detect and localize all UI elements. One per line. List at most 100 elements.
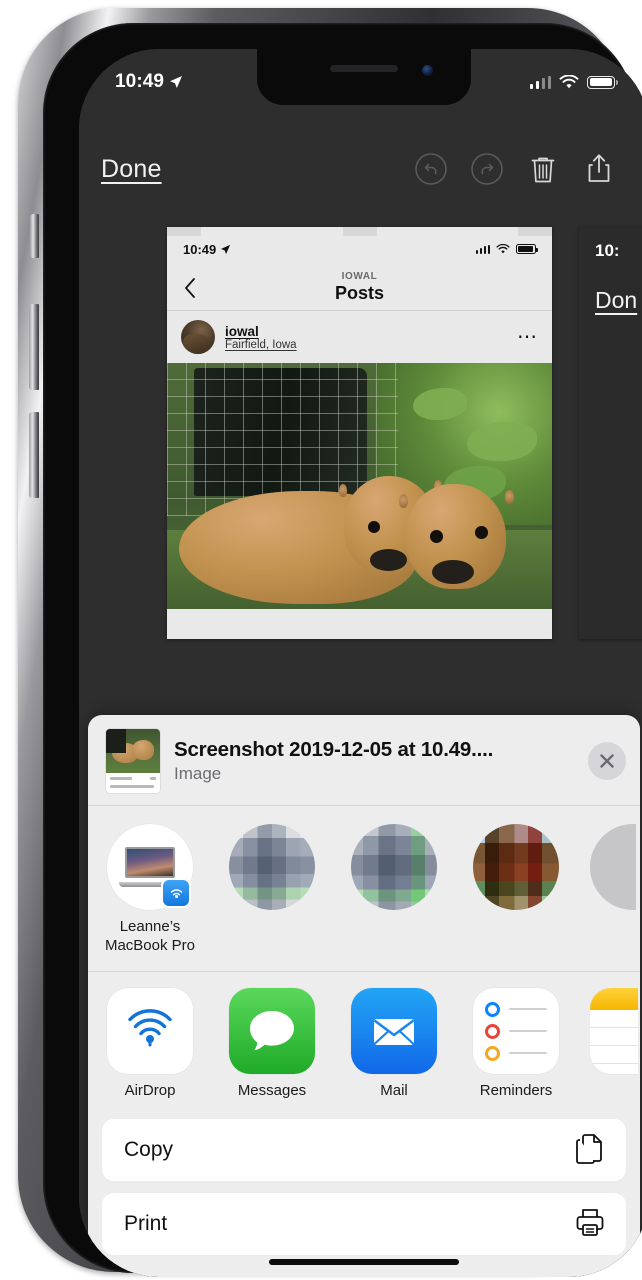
volume-down-button[interactable] — [29, 412, 39, 498]
screenshot-preview-card[interactable]: 10:49 IOWAL Posts iowal Fairfield, Iowa … — [167, 227, 552, 639]
thumbnail-photo — [106, 729, 160, 773]
share-app-reminders[interactable]: Reminders — [468, 988, 564, 1099]
earpiece-speaker — [330, 65, 398, 72]
airdrop-target-contact-4[interactable] — [590, 824, 636, 910]
photo-calf-ear — [338, 484, 347, 497]
contact-avatar-icon — [351, 824, 437, 910]
copy-pages-icon — [574, 1131, 606, 1170]
phone-frame: Done 10:49 IOWAL Posts iowal Fairfield, … — [18, 8, 642, 1277]
photo-calf-eye — [474, 525, 488, 539]
phone-bezel: Done 10:49 IOWAL Posts iowal Fairfield, … — [43, 23, 642, 1277]
next-preview-status-time: 10: — [595, 241, 620, 260]
thumbnail-calf — [132, 740, 154, 760]
phone-screen: Done 10:49 IOWAL Posts iowal Fairfield, … — [79, 49, 642, 1277]
share-app-label: Reminders — [479, 1082, 553, 1099]
wifi-icon — [496, 243, 510, 253]
preview-nav-kicker: IOWAL — [341, 271, 378, 282]
notes-header-band — [590, 988, 638, 1010]
contact-avatar-icon — [590, 824, 636, 910]
avatar[interactable] — [181, 320, 215, 354]
share-up-arrow-icon[interactable] — [571, 151, 627, 187]
volume-up-button[interactable] — [29, 304, 39, 390]
messages-icon — [229, 988, 315, 1074]
action-label: Copy — [124, 1138, 174, 1161]
share-app-messages[interactable]: Messages — [224, 988, 320, 1099]
reminder-row — [485, 1001, 547, 1017]
screenshot-strip: 10:49 IOWAL Posts iowal Fairfield, Iowa … — [79, 219, 642, 649]
editor-toolbar: Done — [79, 141, 642, 197]
share-apps-row[interactable]: AirDrop Messages Mail Reminders — [88, 972, 640, 1113]
reminder-dot-orange — [485, 1045, 500, 1061]
share-item-title: Screenshot 2019-12-05 at 10.49.... — [174, 738, 494, 761]
photo-calf-ear — [504, 489, 514, 504]
preview-photo — [167, 363, 552, 609]
airdrop-target-contact-2[interactable] — [346, 824, 442, 910]
airdrop-target-macbook[interactable]: Leanne’s MacBook Pro — [102, 824, 198, 955]
photo-calf-muzzle — [369, 549, 407, 571]
printer-icon — [574, 1206, 606, 1243]
photo-calf-eye — [368, 521, 381, 534]
airdrop-target-label-line1: Leanne’s — [119, 918, 181, 935]
reminder-dot-red — [485, 1023, 500, 1039]
airdrop-target-contact-1[interactable] — [224, 824, 320, 910]
preview-post-location[interactable]: Fairfield, Iowa — [225, 339, 507, 351]
share-sheet: Screenshot 2019-12-05 at 10.49.... Image — [88, 715, 640, 1277]
share-app-mail[interactable]: Mail — [346, 988, 442, 1099]
preview-post-header: iowal Fairfield, Iowa ⋯ — [167, 311, 552, 363]
crop-handle-top-right[interactable] — [518, 227, 552, 236]
next-preview-done-button[interactable]: Don — [579, 261, 642, 314]
action-copy[interactable]: Copy — [102, 1119, 626, 1181]
undo-circle-icon[interactable] — [403, 152, 459, 186]
ellipsis-icon[interactable]: ⋯ — [517, 327, 538, 347]
reminder-line — [509, 1030, 547, 1032]
trash-icon[interactable] — [515, 152, 571, 186]
crop-handle-top-left[interactable] — [167, 227, 201, 236]
close-button[interactable] — [588, 742, 626, 780]
photo-leaf — [413, 387, 468, 420]
reminder-line — [509, 1008, 547, 1010]
home-indicator[interactable] — [269, 1259, 459, 1265]
sheet-bottom-spacer — [88, 1267, 640, 1277]
screenshot-preview-card-next[interactable]: 10: Don — [579, 227, 642, 639]
photo-calf-head-right — [398, 483, 514, 590]
cellular-bars-icon — [529, 75, 551, 89]
share-app-notes[interactable] — [590, 988, 638, 1099]
airdrop-badge-icon — [161, 878, 191, 908]
action-print[interactable]: Print — [102, 1193, 626, 1255]
location-arrow-icon — [221, 244, 231, 254]
share-app-label: Messages — [237, 1082, 307, 1099]
contact-avatar-icon — [229, 824, 315, 910]
action-label: Print — [124, 1212, 168, 1235]
share-item-meta: Screenshot 2019-12-05 at 10.49.... Image — [174, 738, 574, 784]
reminder-row — [485, 1045, 547, 1061]
airdrop-target-label-line2: MacBook Pro — [104, 937, 196, 954]
preview-nav-title: Posts — [334, 283, 385, 303]
share-item-thumbnail — [106, 729, 160, 793]
preview-post-username[interactable]: iowal — [225, 324, 507, 339]
location-arrow-icon — [170, 76, 183, 88]
preview-nav-titles: IOWAL Posts — [167, 271, 552, 304]
reminder-line — [509, 1052, 547, 1054]
reminder-dot-blue — [485, 1001, 500, 1017]
photo-calf-ear — [398, 494, 408, 508]
mute-switch[interactable] — [30, 214, 39, 258]
preview-post-names: iowal Fairfield, Iowa — [225, 324, 507, 351]
done-button[interactable]: Done — [101, 155, 162, 184]
battery-full-icon — [516, 244, 538, 254]
screenshot-root: Done 10:49 IOWAL Posts iowal Fairfield, … — [0, 0, 642, 1280]
airdrop-targets-row[interactable]: Leanne’s MacBook Pro — [88, 806, 640, 971]
battery-full-icon — [587, 75, 618, 89]
photo-calf-muzzle — [431, 559, 474, 585]
share-sheet-header: Screenshot 2019-12-05 at 10.49.... Image — [88, 715, 640, 805]
airdrop-target-contact-3[interactable] — [468, 824, 564, 910]
notes-icon — [590, 988, 638, 1074]
redo-circle-icon[interactable] — [459, 152, 515, 186]
crop-handle-top-center[interactable] — [342, 227, 377, 236]
preview-nav-bar: IOWAL Posts — [167, 265, 552, 311]
contact-avatar-icon — [473, 824, 559, 910]
share-actions-list: Copy Print — [88, 1113, 640, 1255]
share-app-airdrop[interactable]: AirDrop — [102, 988, 198, 1099]
macbook-screen — [125, 847, 175, 878]
front-camera — [422, 65, 433, 76]
thumbnail-caption-strip — [106, 773, 160, 793]
